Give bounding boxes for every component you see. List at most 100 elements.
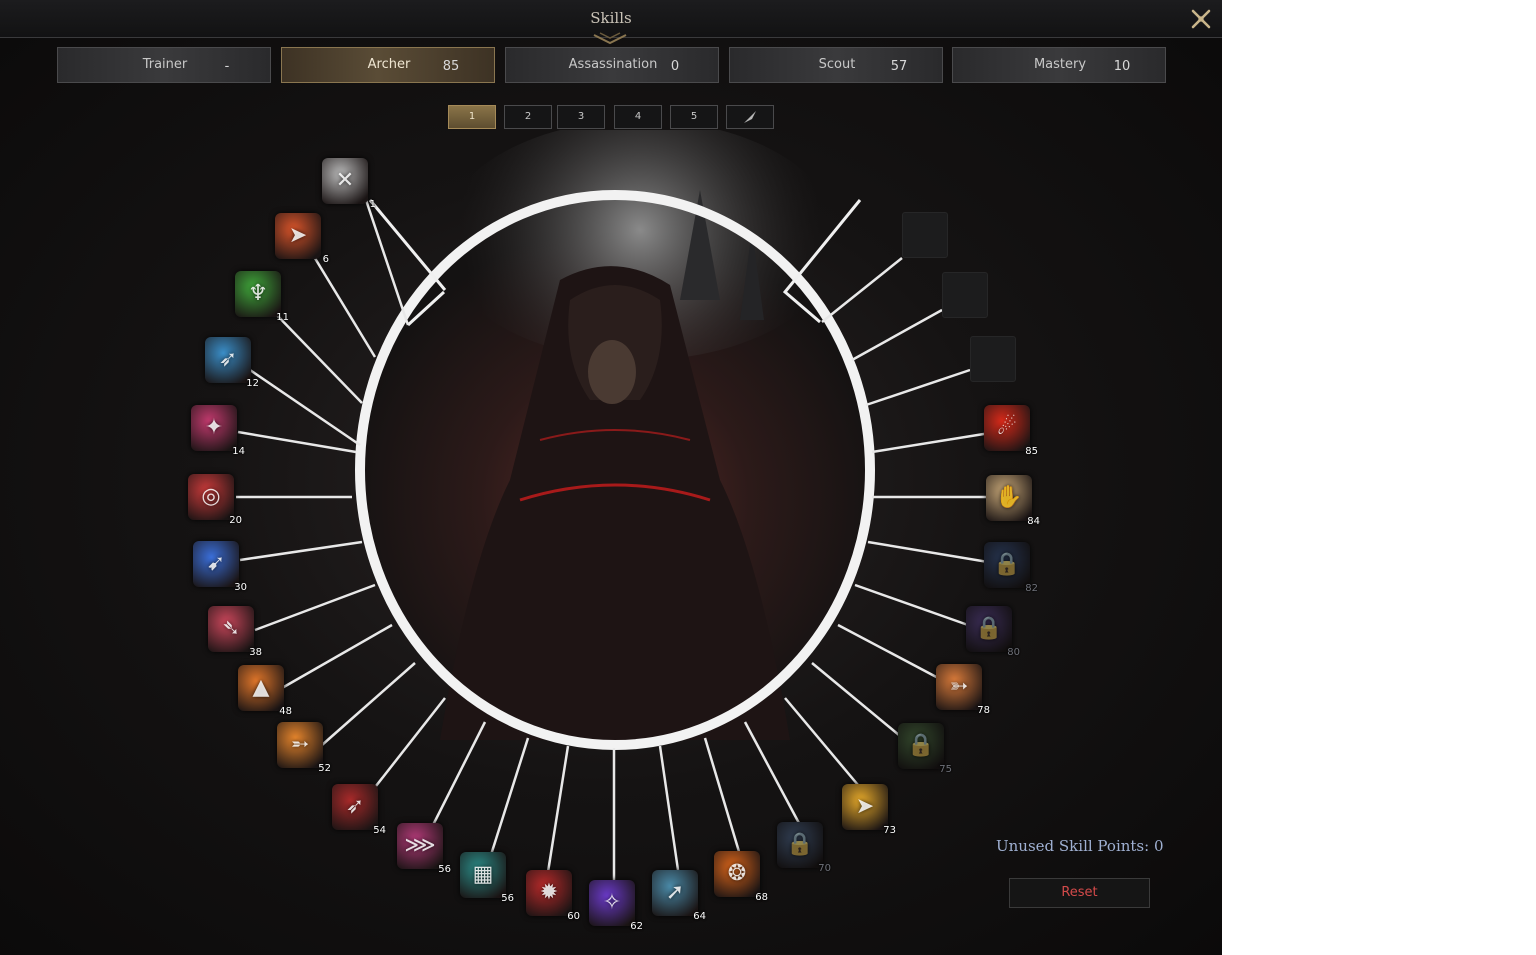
skill-slot-level-84[interactable]: ✋ 84 <box>986 475 1040 527</box>
spear-icon: ➚ <box>665 880 685 905</box>
skill-level-requirement: 54 <box>373 825 386 836</box>
skill-level-requirement: 80 <box>1007 647 1020 658</box>
target-icon: ◎ <box>201 484 221 509</box>
page-button-5[interactable]: 5 <box>670 105 718 129</box>
close-x-icon[interactable] <box>1188 6 1214 32</box>
piercing-shot-icon: ➴ <box>221 616 241 641</box>
bow-hand-icon: ✋ <box>995 485 1023 510</box>
skill-level-requirement: 12 <box>246 378 259 389</box>
crossed-arrows-icon: ✕ <box>335 168 355 193</box>
skill-tree-tabs: Trainer - Archer 85 Assassination 0 Scout 57 Mas… <box>57 47 1167 83</box>
arcane-arrow-icon: ✧ <box>602 890 622 915</box>
poison-claw-icon: ♆ <box>248 281 268 306</box>
skill-slot-level-60[interactable]: ✹ 60 <box>526 870 580 922</box>
skill-slot-level-75[interactable]: 🔒 75 <box>898 723 952 775</box>
skill-level-requirement: 75 <box>939 764 952 775</box>
skill-level-requirement: 82 <box>1025 583 1038 594</box>
fire-arrow-icon: ➤ <box>288 223 308 248</box>
blood-arrow-icon: ➶ <box>345 794 365 819</box>
reset-button[interactable]: Reset <box>1009 878 1150 908</box>
skill-slot-level-85[interactable]: ☄ 85 <box>984 405 1038 457</box>
page-button-4[interactable]: 4 <box>614 105 662 129</box>
rune-icon: ▦ <box>472 862 494 887</box>
fire-ring-icon: ❂ <box>727 861 747 886</box>
skill-slot-level-1[interactable]: ✕ 1 <box>322 158 376 210</box>
tab-points: 57 <box>890 59 908 74</box>
skill-level-requirement: 38 <box>249 647 262 658</box>
skill-slot-level-52[interactable]: ➵ 52 <box>277 722 331 774</box>
skills-window: Skills Trainer - Archer 85 Assassination 0 Sco… <box>0 0 1222 955</box>
ornament-icon <box>593 32 627 45</box>
tab-archer[interactable]: Archer 85 <box>281 47 495 83</box>
unused-skill-points: Unused Skill Points: 0 <box>996 837 1164 855</box>
page-button-3[interactable]: 3 <box>557 105 605 129</box>
multi-arrow-icon: ✦ <box>204 415 224 440</box>
skill-level-requirement: 14 <box>232 446 245 457</box>
skill-level-requirement: 20 <box>229 515 242 526</box>
skill-level-requirement: 56 <box>501 893 514 904</box>
skill-level-requirement: 30 <box>234 582 247 593</box>
tab-points: 85 <box>442 59 460 74</box>
skill-slot-level-20[interactable]: ◎ 20 <box>188 474 242 526</box>
page-button-1[interactable]: 1 <box>448 105 496 129</box>
tab-trainer[interactable]: Trainer - <box>57 47 271 83</box>
skill-level-requirement: 52 <box>318 763 331 774</box>
skill-slot-level-82[interactable]: 🔒 82 <box>984 542 1038 594</box>
skill-slot-level-48[interactable]: ▲ 48 <box>238 665 292 717</box>
hooded-archer-portrait <box>236 130 992 880</box>
quill-icon[interactable] <box>726 105 774 129</box>
skill-slot-level-56[interactable]: ⋙ 56 <box>397 823 451 875</box>
skill-slot-level-64[interactable]: ➚ 64 <box>652 870 706 922</box>
tab-assassination[interactable]: Assassination 0 <box>505 47 719 83</box>
skill-slot-level-80[interactable]: 🔒 80 <box>966 606 1020 658</box>
skill-level-requirement: 1 <box>369 199 376 210</box>
skill-level-requirement: 70 <box>818 863 831 874</box>
skill-slot-level-12[interactable]: ➶ 12 <box>205 337 259 389</box>
tab-points: - <box>224 59 230 74</box>
tab-scout[interactable]: Scout 57 <box>729 47 943 83</box>
skill-level-requirement: 85 <box>1025 446 1038 457</box>
empty-skill-slot <box>902 212 948 258</box>
skill-slot-level-68[interactable]: ❂ 68 <box>714 851 768 903</box>
golden-arrow-icon: ➤ <box>855 794 875 819</box>
lock-icon: 🔒 <box>786 832 814 857</box>
skill-slot-level-30[interactable]: ➹ 30 <box>193 541 247 593</box>
skill-slot-level-38[interactable]: ➴ 38 <box>208 606 262 658</box>
skill-slot-level-62[interactable]: ✧ 62 <box>589 880 643 932</box>
skill-level-requirement: 56 <box>438 864 451 875</box>
skill-slot-level-54[interactable]: ➶ 54 <box>332 784 386 836</box>
skill-level-requirement: 60 <box>567 911 580 922</box>
skill-level-requirement: 78 <box>977 705 990 716</box>
skill-level-requirement: 73 <box>883 825 896 836</box>
tab-points: 0 <box>670 59 680 74</box>
skill-slot-level-78[interactable]: ➳ 78 <box>936 664 990 716</box>
skill-slot-level-56[interactable]: ▦ 56 <box>460 852 514 904</box>
window-title: Skills <box>590 9 632 27</box>
explosive-arrow-icon: ✹ <box>539 880 559 905</box>
skill-level-requirement: 68 <box>755 892 768 903</box>
ice-arrow-icon: ➶ <box>218 347 238 372</box>
lock-icon: 🔒 <box>907 733 935 758</box>
skill-slot-level-70[interactable]: 🔒 70 <box>777 822 831 874</box>
skill-level-requirement: 48 <box>279 706 292 717</box>
skill-level-requirement: 11 <box>276 312 289 323</box>
arrow-up-icon: ▲ <box>252 675 270 700</box>
arrow-volley-icon: ⋙ <box>404 833 436 858</box>
skill-level-requirement: 64 <box>693 911 706 922</box>
crimson-slash-icon: ☄ <box>997 415 1017 440</box>
empty-skill-slot <box>942 272 988 318</box>
skill-level-requirement: 6 <box>322 254 329 265</box>
skill-slot-level-6[interactable]: ➤ 6 <box>275 213 329 265</box>
skill-level-requirement: 84 <box>1027 516 1040 527</box>
skill-slot-level-11[interactable]: ♆ 11 <box>235 271 289 323</box>
tab-points: 10 <box>1113 59 1131 74</box>
skill-level-requirement: 62 <box>630 921 643 932</box>
skill-slot-level-14[interactable]: ✦ 14 <box>191 405 245 457</box>
page-button-2[interactable]: 2 <box>504 105 552 129</box>
skill-slot-level-73[interactable]: ➤ 73 <box>842 784 896 836</box>
frost-shot-icon: ➹ <box>206 551 226 576</box>
lock-icon: 🔒 <box>975 616 1003 641</box>
dart-icon: ➳ <box>949 674 969 699</box>
blazing-arrow-icon: ➵ <box>290 732 310 757</box>
tab-mastery[interactable]: Mastery 10 <box>952 47 1166 83</box>
